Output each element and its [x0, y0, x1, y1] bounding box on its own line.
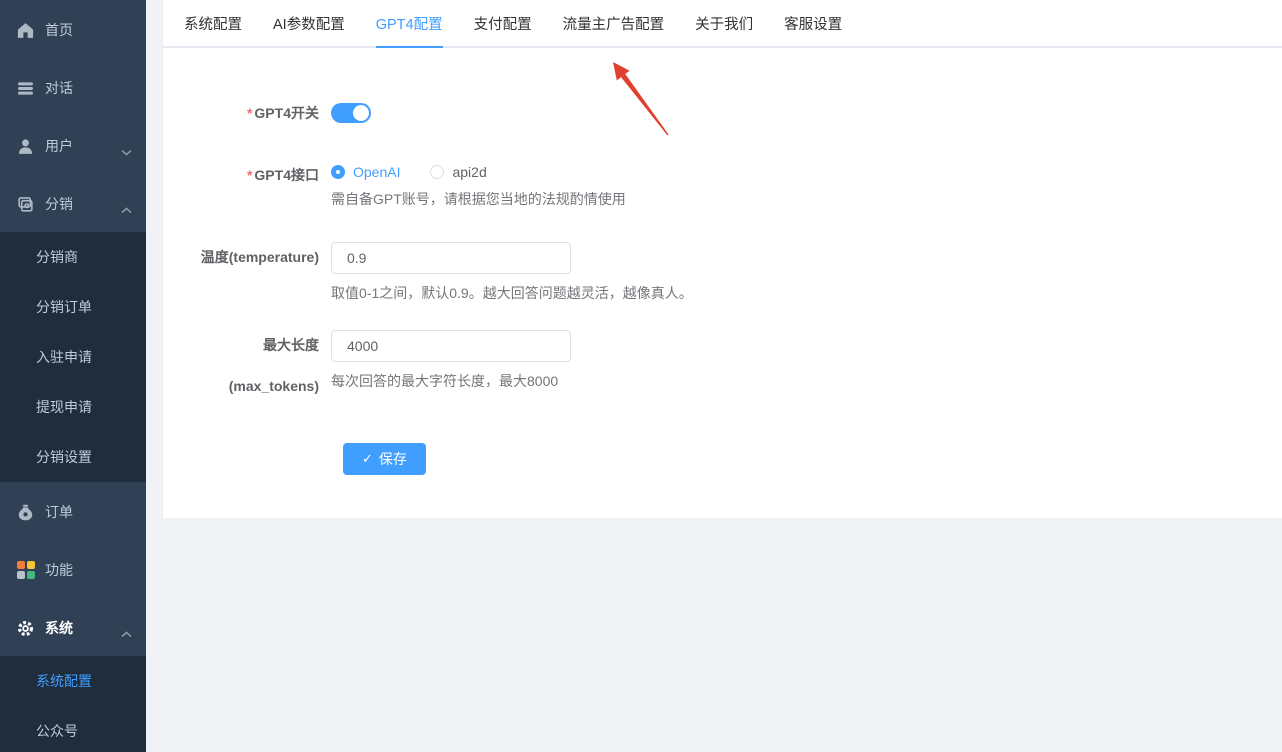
form-row-temperature: 温度(temperature) 取值0-1之间，默认0.9。越大回答问题越灵活，…	[163, 242, 1282, 303]
sidebar-subitem-system-config[interactable]: 系统配置	[0, 656, 146, 706]
radio-api2d[interactable]: api2d	[430, 164, 486, 180]
tab-about-us[interactable]: 关于我们	[695, 13, 753, 46]
gear-icon	[16, 619, 35, 638]
form-row-gpt4-switch: *GPT4开关	[163, 102, 1282, 124]
save-button-label: 保存	[379, 449, 407, 469]
sidebar-item-label: 首页	[45, 20, 73, 40]
sidebar-item-chat[interactable]: 对话	[0, 60, 146, 116]
chevron-down-icon	[121, 143, 132, 150]
sidebar-subitem-entry-applications[interactable]: 入驻申请	[0, 332, 146, 382]
required-asterisk: *	[247, 167, 252, 183]
temperature-help-text: 取值0-1之间，默认0.9。越大回答问题越灵活，越像真人。	[331, 283, 693, 303]
content-panel: 系统配置 AI参数配置 GPT4配置 支付配置 流量主广告配置 关于我们 客服设…	[162, 0, 1282, 518]
temperature-input[interactable]	[331, 242, 571, 274]
sidebar-item-orders[interactable]: 订单	[0, 484, 146, 540]
config-tab-bar: 系统配置 AI参数配置 GPT4配置 支付配置 流量主广告配置 关于我们 客服设…	[163, 0, 1282, 48]
money-bag-icon	[16, 503, 35, 522]
sidebar-item-home[interactable]: 首页	[0, 2, 146, 58]
sidebar-item-features[interactable]: 功能	[0, 542, 146, 598]
sidebar-subitem-withdraw-applications[interactable]: 提现申请	[0, 382, 146, 432]
gpt4-api-radio-group: OpenAI api2d	[331, 164, 626, 180]
radio-openai[interactable]: OpenAI	[331, 164, 400, 180]
sidebar-subitem-distribution-orders[interactable]: 分销订单	[0, 282, 146, 332]
max-tokens-label: 最大长度 (max_tokens)	[163, 330, 331, 397]
sidebar-subitem-distributors[interactable]: 分销商	[0, 232, 146, 282]
form-row-max-tokens: 最大长度 (max_tokens) 每次回答的最大字符长度，最大8000	[163, 330, 1282, 397]
sidebar-item-label: 用户	[45, 136, 73, 156]
user-icon	[16, 137, 35, 156]
tab-ai-params-config[interactable]: AI参数配置	[273, 13, 345, 46]
gpt4-switch-label: *GPT4开关	[163, 102, 331, 124]
gpt4-switch-toggle[interactable]	[331, 103, 371, 123]
form-row-gpt4-api: *GPT4接口 OpenAI api2d 需自备GPT账号，请根据您当地的法规酌	[163, 164, 1282, 209]
tab-gpt4-config[interactable]: GPT4配置	[376, 13, 443, 46]
sidebar: 首页 对话 用户 分销 分销商 分销订单 入驻申请 提现申请 分销设置	[0, 0, 146, 752]
sidebar-item-users[interactable]: 用户	[0, 118, 146, 174]
required-asterisk: *	[247, 105, 252, 121]
tab-customer-service-config[interactable]: 客服设置	[784, 13, 842, 46]
gpt4-config-form: *GPT4开关 *GPT4接口 OpenAI	[163, 48, 1282, 475]
chevron-up-icon	[121, 201, 132, 208]
chat-list-icon	[16, 79, 35, 98]
chevron-up-icon	[121, 625, 132, 632]
sidebar-item-label: 功能	[45, 560, 73, 580]
sidebar-item-label: 分销	[45, 194, 73, 214]
radio-selected-icon	[331, 165, 345, 179]
sidebar-item-label: 系统	[45, 618, 73, 638]
tab-system-config[interactable]: 系统配置	[184, 13, 242, 46]
features-grid-icon	[16, 561, 35, 580]
system-submenu: 系统配置 公众号	[0, 656, 146, 752]
radio-unselected-icon	[430, 165, 444, 179]
sidebar-item-label: 订单	[45, 502, 73, 522]
sidebar-subitem-distribution-settings[interactable]: 分销设置	[0, 432, 146, 482]
gpt4-api-help-text: 需自备GPT账号，请根据您当地的法规酌情使用	[331, 189, 626, 209]
sidebar-subitem-official-account[interactable]: 公众号	[0, 706, 146, 752]
save-button[interactable]: ✓ 保存	[343, 443, 426, 475]
tab-traffic-ads-config[interactable]: 流量主广告配置	[563, 13, 665, 46]
gpt4-api-label: *GPT4接口	[163, 164, 331, 186]
distribution-submenu: 分销商 分销订单 入驻申请 提现申请 分销设置	[0, 232, 146, 482]
switch-knob	[353, 105, 369, 121]
home-icon	[16, 21, 35, 40]
sidebar-item-label: 对话	[45, 78, 73, 98]
distribution-icon	[16, 195, 35, 214]
max-tokens-input[interactable]	[331, 330, 571, 362]
sidebar-item-system[interactable]: 系统	[0, 600, 146, 656]
tab-payment-config[interactable]: 支付配置	[474, 13, 532, 46]
sidebar-item-distribution[interactable]: 分销	[0, 176, 146, 232]
max-tokens-help-text: 每次回答的最大字符长度，最大8000	[331, 371, 571, 391]
temperature-label: 温度(temperature)	[163, 242, 331, 268]
main-area: 系统配置 AI参数配置 GPT4配置 支付配置 流量主广告配置 关于我们 客服设…	[146, 0, 1282, 752]
check-icon: ✓	[362, 451, 373, 467]
